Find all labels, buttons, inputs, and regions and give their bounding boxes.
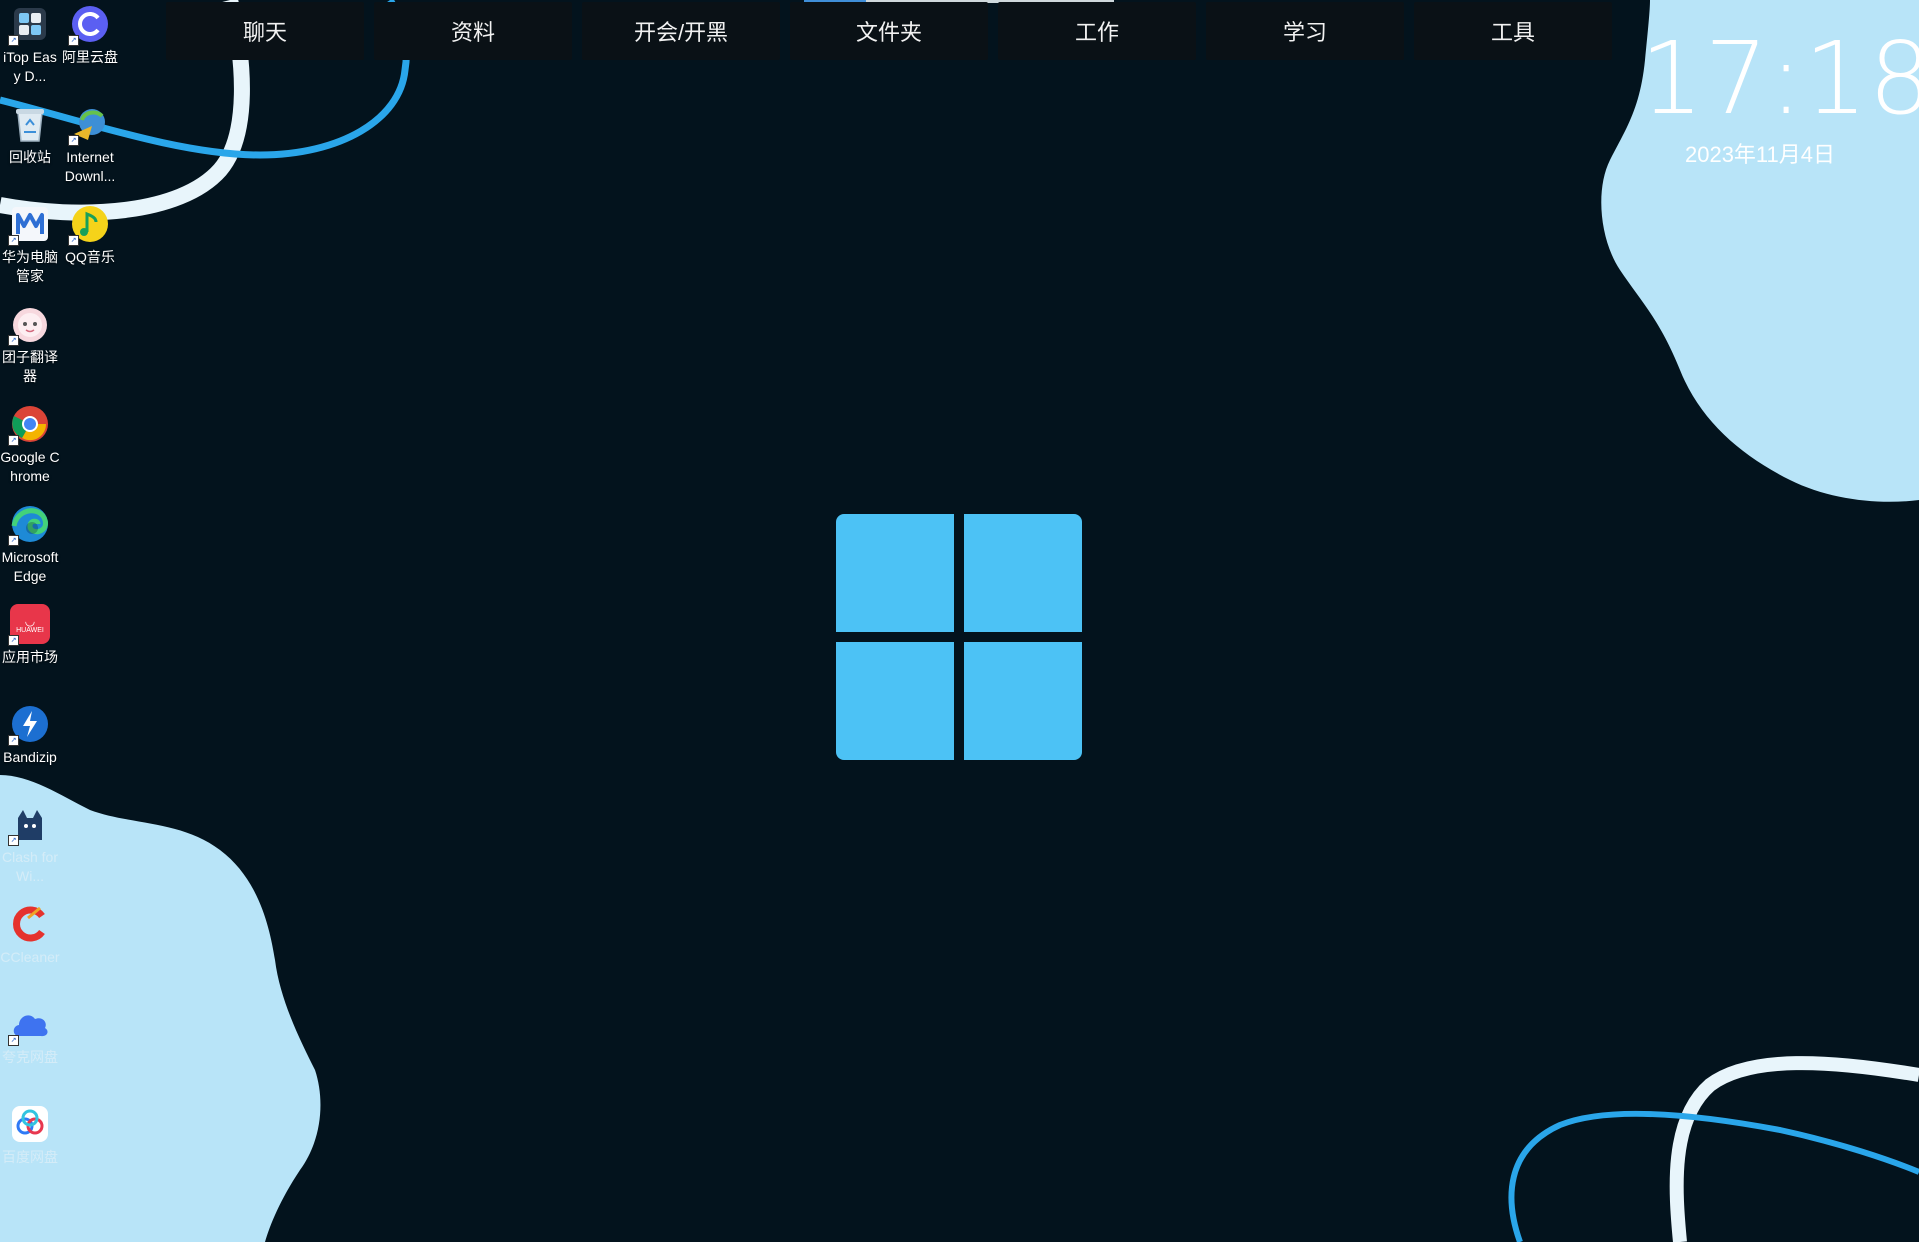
desktop-icon-huawei-pc-manager[interactable]: ↗ 华为电脑管家 [0,202,60,286]
desktop-icon-internet-download-manager[interactable]: ↗ Internet Downl... [60,102,120,186]
desktop-icon-label: QQ音乐 [65,249,115,265]
desktop-icon-label: 团子翻译器 [2,349,58,384]
fence-tab-chat[interactable]: 聊天 [166,2,364,60]
clock-time: 17:18 [1640,20,1919,137]
itop-easy-desktop-icon: ↗ [8,2,52,46]
desktop-icon-label: 夸克网盘 [2,1049,58,1065]
desktop-icon-label: 阿里云盘 [62,49,118,65]
desktop-icon-label: 回收站 [9,149,51,165]
desktop-icon-aliyun-drive[interactable]: ↗ 阿里云盘 [60,2,120,67]
fence-tab-study[interactable]: 学习 [1206,2,1404,60]
desktop-icon-ccleaner[interactable]: CCleaner [0,902,60,967]
desktop-icon-quark-drive[interactable]: ↗ 夸克网盘 [0,1002,60,1067]
internet-download-manager-icon: ↗ [68,102,112,146]
fence-tab-work[interactable]: 工作 [998,2,1196,60]
huawei-appgallery-icon: ◡ HUAWEI ↗ [8,602,52,646]
fence-tab-label: 工具 [1490,20,1535,45]
clock-date: 2023年11月4日 [1684,142,1835,167]
tuanzi-translator-icon: ↗ [8,302,52,346]
desktop[interactable]: 聊天 资料 开会/开黑 文件夹 工作 学习 工具 17:18 2023年11月4… [0,0,1919,1242]
desktop-icon-label: 应用市场 [2,649,58,665]
desktop-icon-label: 华为电脑管家 [2,249,58,284]
fence-tab-tools[interactable]: 工具 [1414,2,1612,60]
fence-tab-label: 聊天 [242,20,287,45]
fence-tab-label: 开会/开黑 [633,20,729,45]
desktop-icon-microsoft-edge[interactable]: ↗ Microsoft Edge [0,502,60,586]
desktop-icon-huawei-appgallery[interactable]: ◡ HUAWEI ↗ 应用市场 [0,602,60,667]
desktop-icon-label: iTop Easy D... [3,49,57,84]
ccleaner-icon [8,902,52,946]
huawei-pc-manager-icon: ↗ [8,202,52,246]
desktop-icon-clash[interactable]: ↗ Clash for Wi... [0,802,60,886]
desktop-icon-label: 百度网盘 [2,1149,58,1165]
bandizip-icon: ↗ [8,702,52,746]
desktop-icon-tuanzi-translator[interactable]: ↗ 团子翻译器 [0,302,60,386]
fence-tab-materials[interactable]: 资料 [374,2,572,60]
baidu-netdisk-icon [8,1102,52,1146]
fence-tab-label: 学习 [1282,20,1327,45]
desktop-icon-label: CCleaner [0,949,60,965]
desktop-icon-google-chrome[interactable]: ↗ Google Chrome [0,402,60,486]
windows-logo [836,514,1084,762]
desktop-icon-itop-easy-desktop[interactable]: ↗ iTop Easy D... [0,2,60,86]
desktop-icon-label: Google Chrome [0,449,60,484]
desktop-icon-bandizip[interactable]: ↗ Bandizip [0,702,60,767]
fence-tab-meeting-gaming[interactable]: 开会/开黑 [582,2,780,60]
desktop-icon-label: Microsoft Edge [1,549,59,584]
desktop-icon-label: Bandizip [3,749,57,765]
desktop-icon-qq-music[interactable]: ↗ QQ音乐 [60,202,120,267]
edge-icon: ↗ [8,502,52,546]
fence-tab-label: 资料 [450,20,495,45]
desktop-icon-recycle-bin[interactable]: 回收站 [0,102,60,167]
fence-tab-label: 工作 [1074,20,1119,45]
chrome-icon: ↗ [8,402,52,446]
fence-tab-folders[interactable]: 文件夹 [790,2,988,60]
aliyun-drive-icon: ↗ [68,2,112,46]
appgallery-badge-text: HUAWEI [16,626,44,634]
desktop-icon-label: Clash for Wi... [1,849,59,884]
clash-cat-icon: ↗ [8,802,52,846]
desktop-icon-label: Internet Downl... [64,149,116,184]
qq-music-icon: ↗ [68,202,112,246]
desktop-icon-baidu-netdisk[interactable]: 百度网盘 [0,1102,60,1167]
recycle-bin-icon [8,102,52,146]
quark-drive-icon: ↗ [8,1002,52,1046]
fence-tab-label: 文件夹 [855,20,922,45]
